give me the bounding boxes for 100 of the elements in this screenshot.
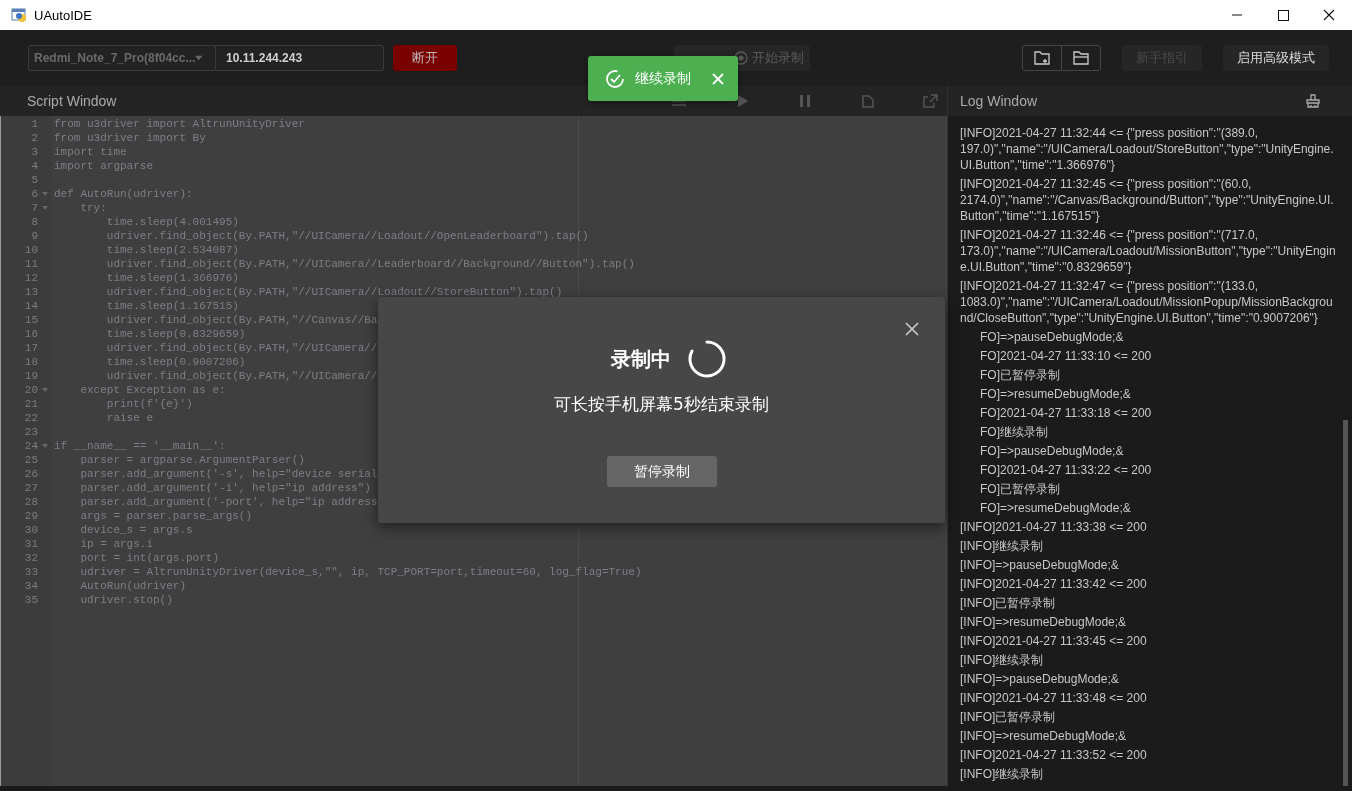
code-line: def AutoRun(udriver): [54,188,193,200]
log-line: [INFO]2021-04-27 11:33:42 <= 200 [960,575,1148,593]
line-number: 32 [23,552,38,564]
code-line: import argparse [54,160,154,172]
log-line: FO]2021-04-27 11:33:18 <= 200 [979,404,1153,422]
log-line: FO]=>resumeDebugMode;& [979,499,1132,517]
log-line: FO]继续录制 [979,423,1049,441]
code-line: parser.add_argument('-port', help="ip address [79,496,378,508]
code-line: import time [54,146,127,158]
line-number: 20 [23,384,38,396]
scrollbar-thumb[interactable] [1343,420,1348,786]
line-number: 5 [30,174,38,186]
code-line: udriver = AltrunUnityDriver(device_s,"", ip, TCP_PORT=port,timeout=60, log_flag=True) [79,566,642,578]
code-line: port = int(args.port) [79,552,220,564]
line-number: 16 [23,328,38,340]
log-line: FO]=>pauseDebugMode;& [979,328,1125,346]
code-line: time.sleep(1.167515) [105,300,239,312]
disconnect-button[interactable]: 断开 [393,45,457,71]
caret-icon [195,55,203,61]
advanced-mode-button[interactable]: 启用高级模式 [1223,45,1329,71]
log-line: [INFO]=>resumeDebugMode;& [960,727,1128,745]
log-line: [INFO]继续录制 [960,537,1045,555]
code-line: print(f'{e}') [105,398,193,410]
code-line: udriver.find_object(By.PATH,"//UICamera// [105,342,378,354]
fold-icon[interactable] [41,388,48,392]
code-line: AutoRun(udriver) [79,580,187,592]
fold-icon[interactable] [41,444,48,448]
log-line: FO]已暂停录制 [979,480,1061,498]
panel-title: Log Window [960,93,1038,109]
code-line: ip = args.i [79,538,154,550]
code-line: time.sleep(0.8329659) [105,328,246,340]
code-line: time.sleep(2.534087) [105,244,239,256]
panel-title: Script Window [27,93,117,109]
code-line: udriver.find_object(By.PATH,"//UICamera//Loadout//OpenLeaderboard").tap() [105,230,589,242]
line-number: 9 [30,230,38,242]
code-line: from u3driver import By [54,132,206,144]
log-line: [INFO]2021-04-27 11:33:52 <= 200 [960,746,1148,764]
line-number: 33 [23,566,38,578]
log-line: FO]=>pauseDebugMode;& [979,442,1125,460]
log-line: FO]=>resumeDebugMode;& [979,385,1132,403]
line-number: 31 [23,538,38,550]
code-line: udriver.stop() [79,594,173,606]
line-number: 26 [23,468,38,480]
code-line: parser.add_argument('-s', help="device serial [79,468,378,480]
log-line: [INFO]=>resumeDebugMode;& [960,613,1128,631]
line-number: 7 [30,202,38,214]
log-line: FO]已暂停录制 [979,366,1061,384]
log-line: [INFO]已暂停录制 [960,708,1057,726]
code-line: time.sleep(4.001495) [105,216,239,228]
line-number: 11 [23,258,38,270]
line-number: 2 [30,132,38,144]
line-number: 22 [23,412,38,424]
line-number: 28 [23,496,38,508]
line-number: 21 [23,398,38,410]
toast-message: 继续录制 [635,69,692,88]
fold-icon[interactable] [41,192,48,196]
line-number: 14 [23,300,38,312]
window-title: UAutoIDE [34,7,93,23]
code-line: udriver.find_object(By.PATH,"//UICamera// [105,370,378,382]
fold-icon[interactable] [41,206,48,210]
log-line: [INFO]继续录制 [960,765,1045,783]
code-line: except Exception as e: [79,384,226,396]
line-number: 18 [23,356,38,368]
line-number: 27 [23,482,38,494]
code-line: raise e [105,412,154,424]
line-number: 1 [30,118,38,130]
line-number: 10 [23,244,38,256]
dialog-message: 可长按手机屏幕5秒结束录制 [554,393,769,416]
code-line: args = parser.parse_args() [79,510,253,522]
line-number: 8 [30,216,38,228]
ip-field[interactable]: 10.11.244.243 [216,45,384,71]
code-line: time.sleep(0.9007206) [105,356,246,368]
device-dropdown[interactable]: Redmi_Note_7_Pro(8f04cc... [28,45,216,71]
line-number: 34 [23,580,38,592]
log-line: [INFO]2021-04-27 11:32:44 <= {"press position":"(389.0, 197.0)","name":"/UICamera/Loadout/StoreButton","type":"UnityEngine.UI.Button","time":"1.366976"} [960,124,1335,174]
code-line: parser.add_argument('-i', help="ip address") [79,482,371,494]
line-number: 15 [23,314,38,326]
log-line: FO]2021-04-27 11:33:10 <= 200 [979,347,1153,365]
code-line: device_s = args.s [79,524,193,536]
log-line: [INFO]2021-04-27 11:32:47 <= {"press position":"(133.0, 1083.0)","name":"/UICamera/Loadout/MissionPopup/MissionBackground/CloseButton","type":"UnityEngine.UI.Button","time":"0.9007206"} [960,277,1334,327]
line-number: 23 [23,426,38,438]
pause-recording-button[interactable]: 暂停录制 [606,456,717,487]
code-line: from u3driver import AltrunUnityDriver [54,118,305,130]
loading-spinner-icon [686,339,727,379]
line-number: 17 [23,342,38,354]
code-line: if __name__ == '__main__': [54,440,226,452]
check-circle-icon [605,68,625,89]
code-line: udriver.find_object(By.PATH,"//UICamera//Leaderboard//Background//Button").tap() [105,258,635,270]
log-line: [INFO]=>pauseDebugMode;& [960,670,1120,688]
line-number: 12 [23,272,38,284]
log-line: [INFO]2021-04-27 11:32:45 <= {"press position":"(60.0, 2174.0)","name":"/Canvas/Background/Button","type":"UnityEngine.UI.Button","time":"1.167515"} [960,175,1335,225]
line-number: 30 [23,524,38,536]
log-line: [INFO]2021-04-27 11:33:48 <= 200 [960,689,1148,707]
export-icon[interactable] [923,94,940,108]
close-icon[interactable] [905,322,919,336]
log-line: [INFO]2021-04-27 11:33:45 <= 200 [960,632,1148,650]
line-number: 25 [23,454,38,466]
code-line: try: [79,202,107,214]
line-number: 4 [30,160,38,172]
dialog-title: 录制中 [610,345,671,373]
